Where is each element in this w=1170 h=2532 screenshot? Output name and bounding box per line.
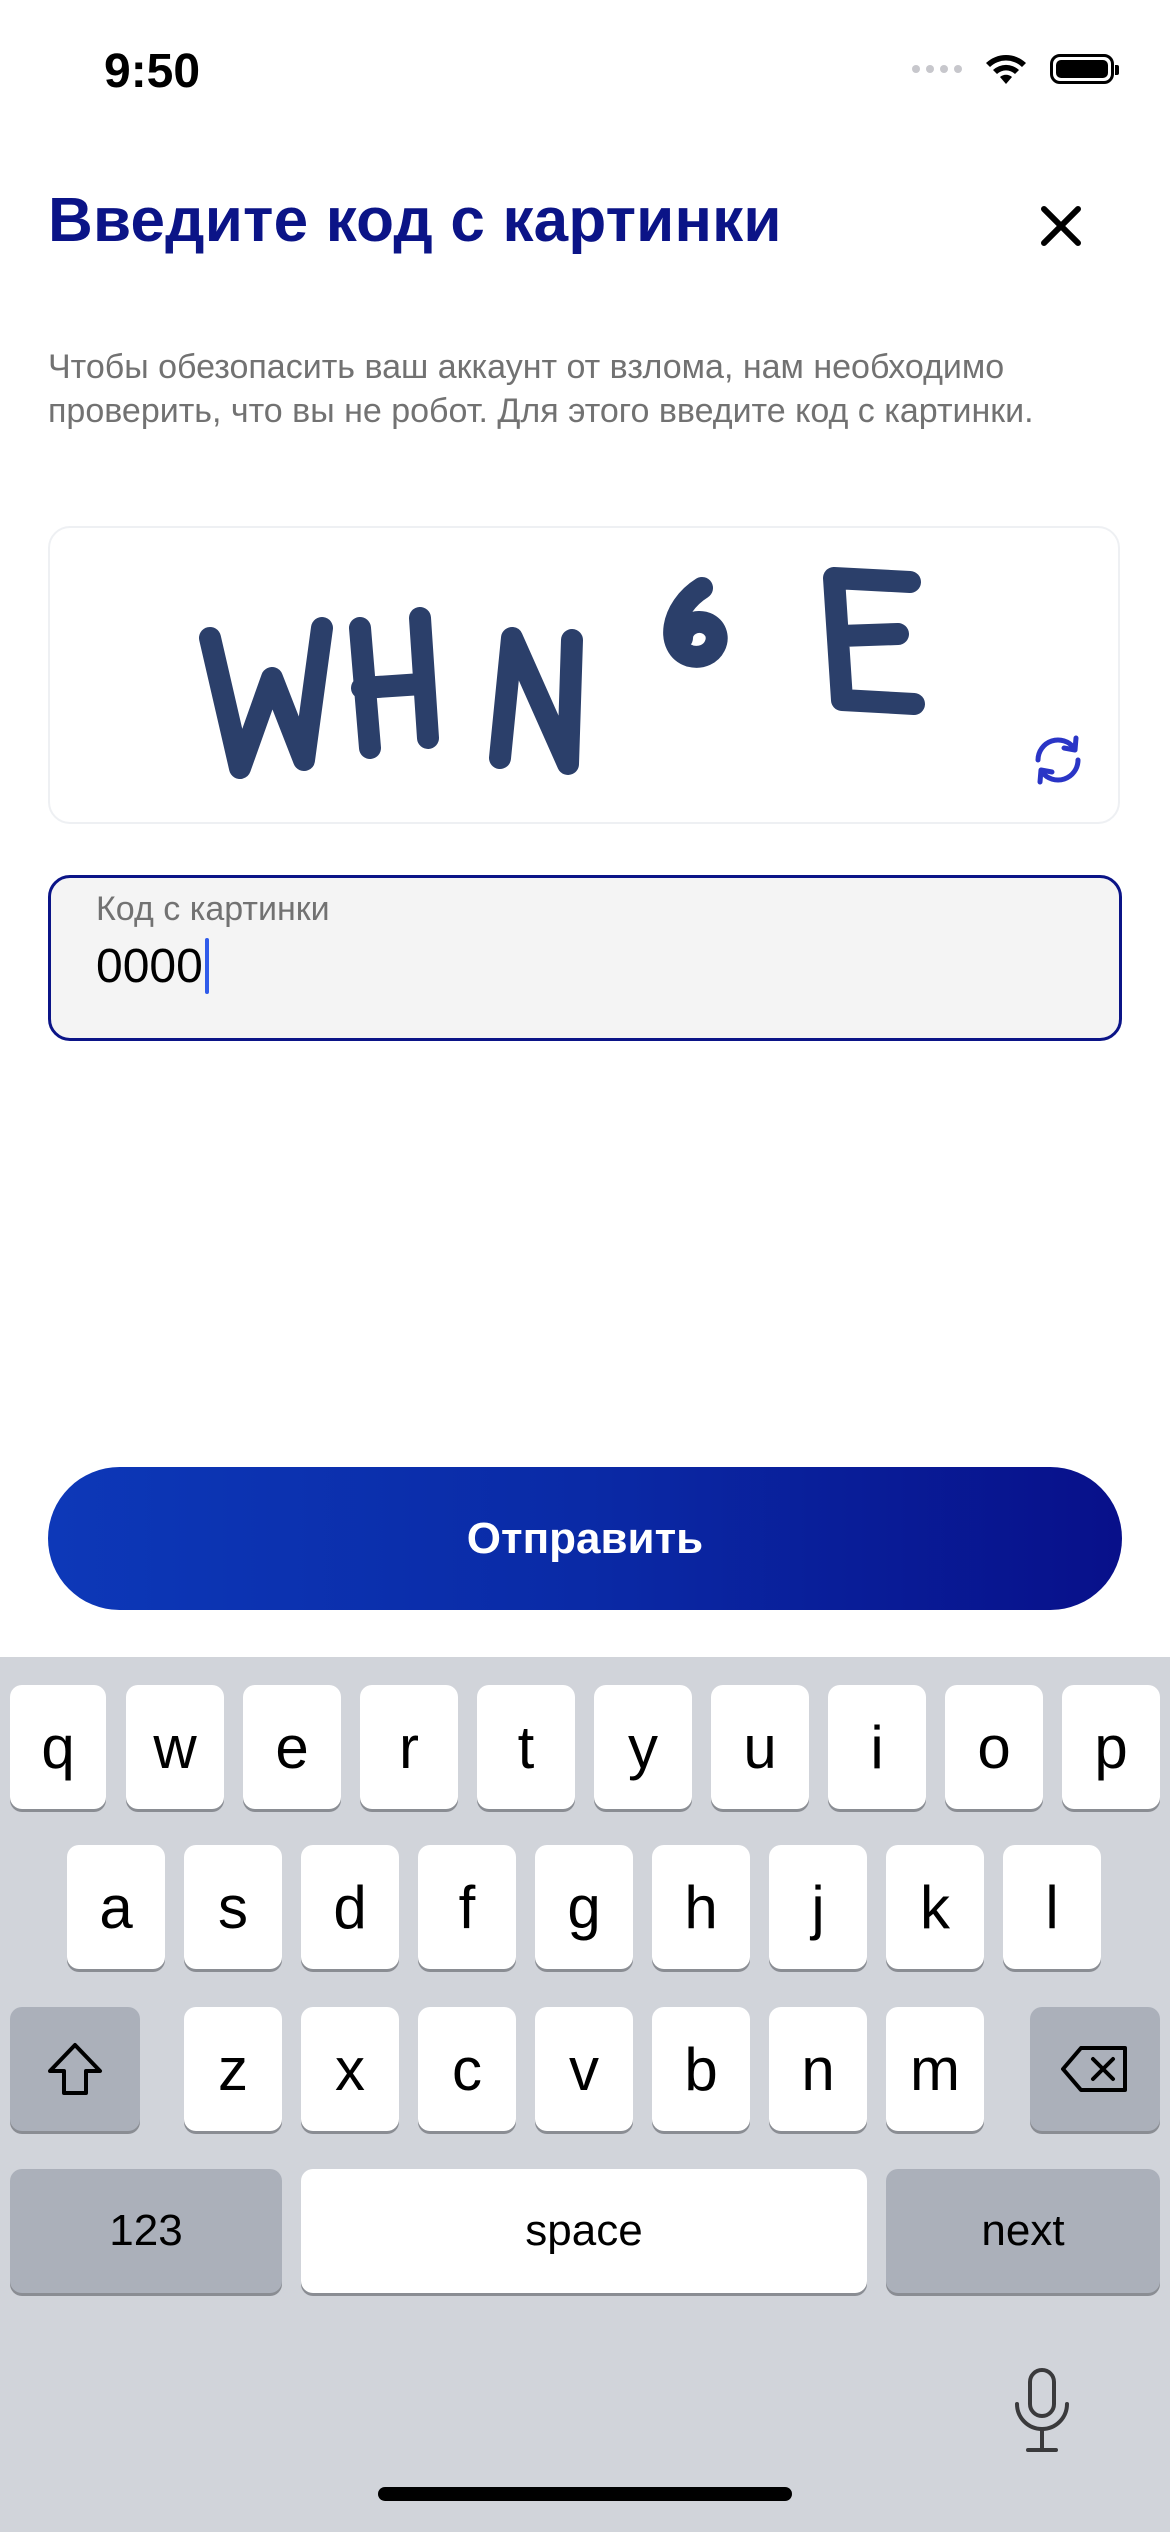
key-t[interactable]: t: [477, 1685, 575, 1809]
captcha-code-input[interactable]: 0000: [96, 938, 209, 994]
status-time: 9:50: [104, 45, 201, 98]
shift-icon: [48, 2043, 102, 2095]
captcha-image: [199, 567, 925, 779]
captcha-box: [48, 526, 1120, 824]
key-e[interactable]: e: [243, 1685, 341, 1809]
submit-button[interactable]: Отправить: [48, 1467, 1122, 1610]
key-y[interactable]: y: [594, 1685, 692, 1809]
key-c[interactable]: c: [418, 2007, 516, 2131]
battery-icon: [1050, 54, 1119, 84]
space-key[interactable]: space: [301, 2169, 867, 2293]
key-j[interactable]: j: [769, 1845, 867, 1969]
key-w[interactable]: w: [126, 1685, 224, 1809]
key-h[interactable]: h: [652, 1845, 750, 1969]
key-a[interactable]: a: [67, 1845, 165, 1969]
close-icon: [1041, 206, 1081, 246]
dictation-button[interactable]: [1006, 2365, 1078, 2457]
on-screen-keyboard: q w e r t y u i o p a s d f g h j k l z …: [0, 1657, 1170, 2532]
key-o[interactable]: o: [945, 1685, 1043, 1809]
key-l[interactable]: l: [1003, 1845, 1101, 1969]
key-s[interactable]: s: [184, 1845, 282, 1969]
key-z[interactable]: z: [184, 2007, 282, 2131]
key-q[interactable]: q: [10, 1685, 106, 1809]
wifi-icon: [986, 55, 1026, 84]
refresh-captcha-button[interactable]: [1018, 720, 1098, 800]
key-n[interactable]: n: [769, 2007, 867, 2131]
key-m[interactable]: m: [886, 2007, 984, 2131]
backspace-icon: [1061, 2046, 1127, 2092]
key-i[interactable]: i: [828, 1685, 926, 1809]
page-title: Введите код с картинки: [48, 186, 782, 255]
refresh-icon: [1035, 735, 1081, 785]
close-button[interactable]: [1030, 195, 1092, 257]
description-text: Чтобы обезопасить ваш аккаунт от взлома,…: [48, 348, 1034, 430]
key-r[interactable]: r: [360, 1685, 458, 1809]
text-caret: [204, 938, 209, 994]
backspace-key[interactable]: [1030, 2007, 1160, 2131]
key-g[interactable]: g: [535, 1845, 633, 1969]
next-key[interactable]: next: [886, 2169, 1160, 2293]
shift-key[interactable]: [10, 2007, 140, 2131]
key-u[interactable]: u: [711, 1685, 809, 1809]
key-d[interactable]: d: [301, 1845, 399, 1969]
status-indicators: [912, 52, 1119, 86]
numbers-key[interactable]: 123: [10, 2169, 282, 2293]
captcha-code-field[interactable]: Код с картинки 0000: [48, 875, 1122, 1041]
home-indicator[interactable]: [378, 2487, 792, 2501]
key-f[interactable]: f: [418, 1845, 516, 1969]
captcha-code-value: 0000: [96, 939, 203, 993]
key-v[interactable]: v: [535, 2007, 633, 2131]
microphone-icon: [1015, 2368, 1069, 2452]
cellular-signal-icon: [912, 65, 962, 73]
key-k[interactable]: k: [886, 1845, 984, 1969]
key-x[interactable]: x: [301, 2007, 399, 2131]
captcha-code-label: Код с картинки: [96, 890, 330, 928]
key-b[interactable]: b: [652, 2007, 750, 2131]
key-p[interactable]: p: [1062, 1685, 1160, 1809]
